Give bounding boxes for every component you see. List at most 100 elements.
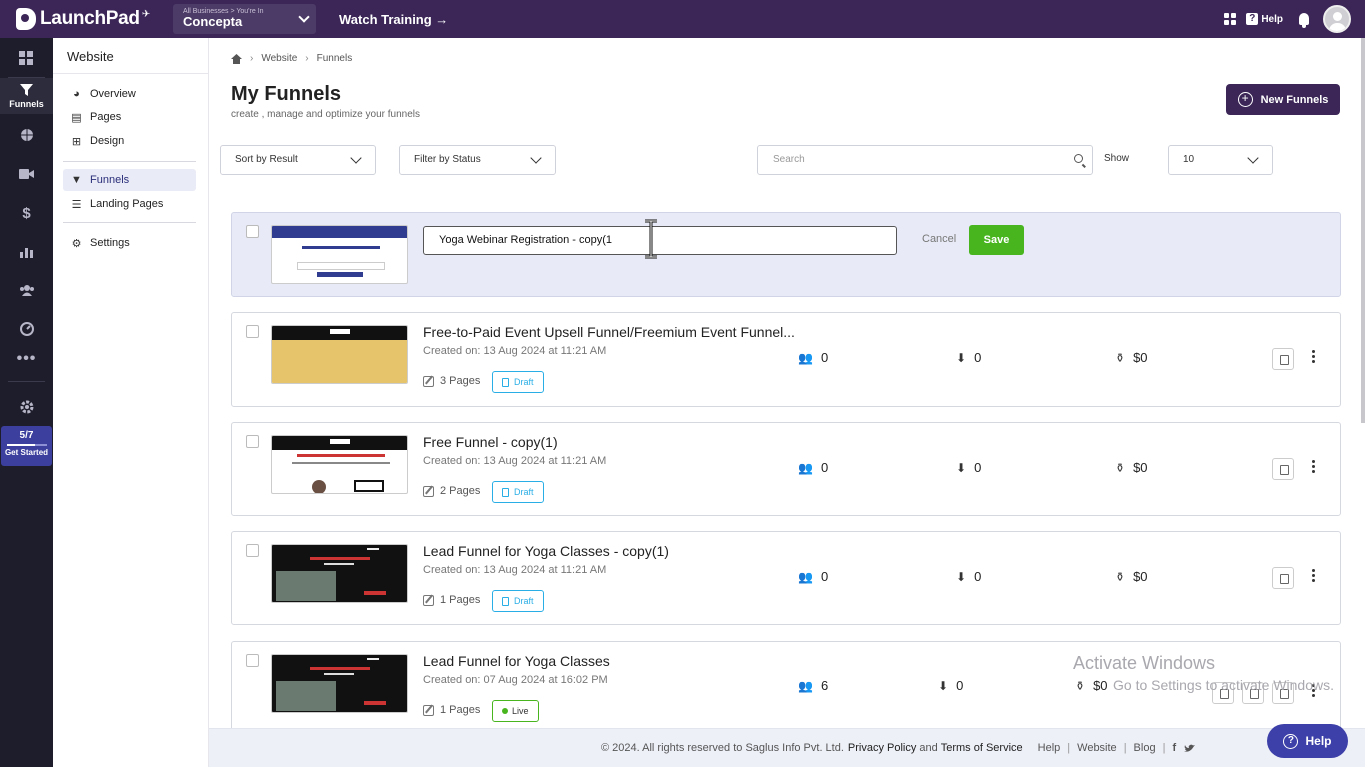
row-checkbox[interactable] xyxy=(246,325,259,338)
video-nav[interactable] xyxy=(0,155,53,193)
page-count-label: 2 Pages xyxy=(440,485,481,497)
new-funnels-button[interactable]: + New Funnels xyxy=(1226,84,1340,115)
sidebar-item-funnels[interactable]: ▼ Funnels xyxy=(63,169,196,191)
apps-grid-icon[interactable] xyxy=(1224,13,1237,25)
help-chat-button[interactable]: ? Help xyxy=(1267,724,1348,758)
business-switcher[interactable]: All Businesses > You're In Concepta xyxy=(173,4,316,34)
conversions-stat: ⬇ 0 xyxy=(956,460,981,475)
sidebar-item-design[interactable]: ⊞ Design xyxy=(63,130,196,152)
status-badge: Draft xyxy=(492,590,544,612)
page-count-label: 3 Pages xyxy=(440,375,481,387)
chevron-down-icon xyxy=(530,152,542,164)
page-count[interactable]: 3 Pages xyxy=(423,375,480,387)
page-count[interactable]: 2 Pages xyxy=(423,485,480,497)
live-dot-icon xyxy=(502,708,508,714)
dashboard-icon xyxy=(19,50,33,65)
funnel-name[interactable]: Lead Funnel for Yoga Classes - copy(1) xyxy=(423,543,669,559)
dashboard-nav[interactable] xyxy=(0,39,53,77)
funnel-name[interactable]: Free-to-Paid Event Upsell Funnel/Freemiu… xyxy=(423,324,795,340)
footer: © 2024. All rights reserved to Saglus In… xyxy=(209,728,1365,767)
search-input[interactable]: Search xyxy=(757,145,1093,175)
facebook-icon[interactable]: f xyxy=(1172,742,1176,754)
twitter-icon[interactable] xyxy=(1184,744,1196,753)
funnel-name[interactable]: Lead Funnel for Yoga Classes xyxy=(423,653,610,669)
search-icon[interactable] xyxy=(1074,154,1083,163)
conversions-value: 0 xyxy=(974,569,982,584)
breadcrumb: › Website › Funnels xyxy=(231,53,352,64)
question-circle-icon: ? xyxy=(1283,733,1299,749)
get-started-progress[interactable]: 5/7 Get Started xyxy=(1,426,52,466)
funnel-card-editing: Yoga Webinar Registration - copy(1 Cance… xyxy=(231,212,1341,297)
page-size-select[interactable]: 10 xyxy=(1168,145,1273,175)
save-button[interactable]: Save xyxy=(969,225,1024,255)
sidebar-item-label: Settings xyxy=(90,237,130,249)
logo[interactable]: LaunchPad ✈ xyxy=(16,8,166,30)
home-icon[interactable] xyxy=(231,53,242,64)
footer-blog-link[interactable]: Blog xyxy=(1134,742,1156,754)
sidebar-item-label: Overview xyxy=(90,88,136,100)
page-count[interactable]: 1 Pages xyxy=(423,594,480,606)
status-badge: Draft xyxy=(492,481,544,503)
bar-chart-icon xyxy=(19,248,33,258)
settings-nav[interactable] xyxy=(0,388,53,426)
sidebar-item-landing-pages[interactable]: ☰ Landing Pages xyxy=(63,193,196,215)
more-options-icon[interactable] xyxy=(1312,569,1316,583)
help-chat-label: Help xyxy=(1305,734,1332,748)
sidebar-item-overview[interactable]: ◕ Overview xyxy=(63,83,196,105)
page-count[interactable]: 1 Pages xyxy=(423,704,480,716)
help-icon[interactable]: ? xyxy=(1246,13,1259,25)
privacy-policy-link[interactable]: Privacy Policy xyxy=(848,742,916,754)
funnel-name[interactable]: Free Funnel - copy(1) xyxy=(423,434,558,450)
revenue-stat: ⚱ $0 xyxy=(1115,569,1148,584)
visitors-value: 6 xyxy=(820,678,829,693)
page-scrollbar[interactable] xyxy=(1361,38,1365,423)
more-options-icon[interactable] xyxy=(1312,350,1316,364)
analytics-nav[interactable] xyxy=(0,233,53,271)
contacts-nav[interactable] xyxy=(0,271,53,309)
funnel-thumbnail xyxy=(271,544,408,603)
row-checkbox[interactable] xyxy=(246,654,259,667)
edit-funnel-button[interactable] xyxy=(1272,567,1294,589)
sidebar-item-label: Funnels xyxy=(90,174,130,186)
status-filter-select[interactable]: Filter by Status xyxy=(399,145,556,175)
more-options-icon[interactable] xyxy=(1312,460,1316,474)
list-icon: ☰ xyxy=(71,198,82,211)
status-badge: Live xyxy=(492,700,539,722)
document-icon xyxy=(502,377,509,387)
funnels-nav[interactable]: Funnels xyxy=(0,78,53,114)
sidebar-item-settings[interactable]: ⚙ Settings xyxy=(63,232,196,254)
avatar[interactable] xyxy=(1323,5,1351,33)
conversions-stat: ⬇ 0 xyxy=(956,569,981,584)
watermark-line-1: Activate Windows xyxy=(1073,653,1216,673)
chevron-down-icon xyxy=(1247,152,1259,164)
more-icon[interactable]: ••• xyxy=(0,340,53,378)
visitors-stat: 👥 0 xyxy=(798,460,828,475)
watch-training-link[interactable]: Watch Training → xyxy=(339,12,448,27)
funnel-name-input[interactable]: Yoga Webinar Registration - copy(1 xyxy=(423,226,897,255)
edit-pages-icon xyxy=(423,594,434,606)
globe-nav[interactable] xyxy=(0,116,53,154)
visitors-value: 0 xyxy=(820,460,829,475)
visitors-stat: 👥 6 xyxy=(798,678,828,693)
sort-select[interactable]: Sort by Result xyxy=(220,145,376,175)
sidebar-item-pages[interactable]: ▤ Pages xyxy=(63,106,196,128)
bell-icon[interactable] xyxy=(1299,13,1309,28)
revenue-value: $0 xyxy=(1133,350,1148,365)
row-checkbox[interactable] xyxy=(246,225,259,238)
row-checkbox[interactable] xyxy=(246,435,259,448)
footer-help-link[interactable]: Help xyxy=(1038,742,1061,754)
row-checkbox[interactable] xyxy=(246,544,259,557)
dollar-icon[interactable]: $ xyxy=(0,194,53,232)
users-icon: 👥 xyxy=(798,678,813,693)
terms-link[interactable]: Terms of Service xyxy=(941,742,1023,754)
edit-funnel-button[interactable] xyxy=(1272,458,1294,480)
gear-icon: ⚙ xyxy=(71,237,82,250)
breadcrumb-website[interactable]: Website xyxy=(261,53,297,64)
help-link[interactable]: Help xyxy=(1261,14,1283,25)
cancel-button[interactable]: Cancel xyxy=(922,233,956,245)
revenue-stat: ⚱ $0 xyxy=(1115,350,1148,365)
funnel-thumbnail xyxy=(271,435,408,494)
edit-funnel-button[interactable] xyxy=(1272,348,1294,370)
created-date: Created on: 13 Aug 2024 at 11:21 AM xyxy=(423,345,607,357)
footer-website-link[interactable]: Website xyxy=(1077,742,1117,754)
